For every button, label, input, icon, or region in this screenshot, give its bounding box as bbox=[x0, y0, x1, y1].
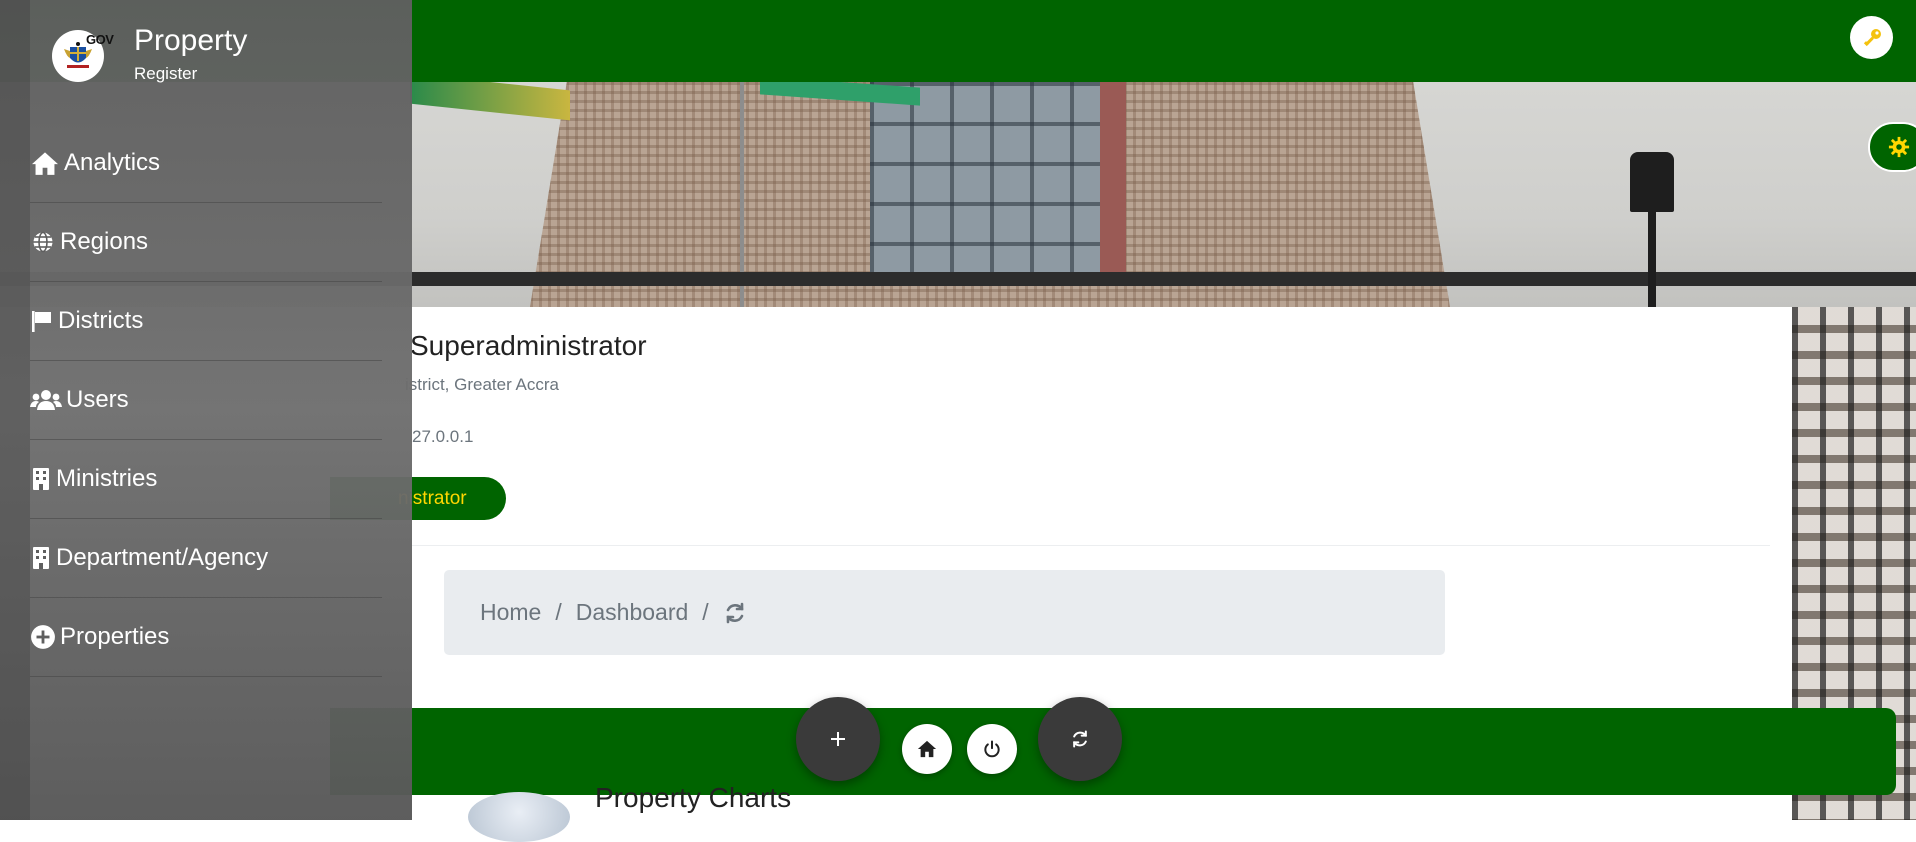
sidebar-item-label: Ministries bbox=[56, 465, 158, 492]
plus-circle-icon bbox=[31, 625, 55, 649]
sidebar-item-label: Users bbox=[66, 386, 129, 413]
breadcrumb: Home / Dashboard / bbox=[444, 570, 1445, 655]
gear-icon bbox=[1888, 136, 1910, 158]
sidebar-item-ministries[interactable]: Ministries bbox=[30, 440, 382, 519]
sidebar-item-label: Analytics bbox=[64, 149, 161, 176]
divider bbox=[400, 545, 1770, 546]
breadcrumb-separator: / bbox=[555, 599, 562, 625]
plus-icon bbox=[831, 732, 845, 746]
flag-icon bbox=[32, 311, 51, 332]
sidebar-item-label: Department/Agency bbox=[56, 544, 269, 571]
sidebar: GOV Property Register Analytics Regions bbox=[0, 0, 412, 820]
sidebar-nav: Analytics Regions Districts Users Minist… bbox=[30, 124, 382, 677]
home-icon bbox=[917, 740, 937, 758]
section-title: Property Charts bbox=[595, 782, 792, 813]
sidebar-item-districts[interactable]: Districts bbox=[30, 282, 382, 361]
home-icon bbox=[32, 152, 58, 175]
add-button[interactable] bbox=[796, 697, 880, 781]
home-button[interactable] bbox=[902, 724, 952, 774]
user-ip-address: 27.0.0.1 bbox=[412, 427, 474, 446]
breadcrumb-dashboard[interactable]: Dashboard bbox=[576, 599, 689, 626]
user-name: Superadministrator bbox=[410, 330, 647, 361]
sidebar-item-analytics[interactable]: Analytics bbox=[30, 124, 382, 203]
users-icon bbox=[30, 390, 62, 410]
building-icon bbox=[33, 547, 49, 569]
sidebar-item-department-agency[interactable]: Department/Agency bbox=[30, 519, 382, 598]
power-button[interactable] bbox=[967, 724, 1017, 774]
key-button[interactable] bbox=[1850, 16, 1893, 59]
sidebar-item-label: Properties bbox=[60, 623, 170, 650]
power-icon bbox=[984, 740, 1000, 758]
sidebar-item-label: Districts bbox=[58, 307, 144, 334]
building-icon bbox=[33, 468, 49, 490]
user-location: istrict, Greater Accra bbox=[405, 375, 559, 394]
breadcrumb-home[interactable]: Home bbox=[480, 599, 541, 626]
charts-avatar-image bbox=[468, 792, 570, 842]
sidebar-item-properties[interactable]: Properties bbox=[30, 598, 382, 677]
settings-toggle-button[interactable] bbox=[1868, 122, 1916, 172]
breadcrumb-separator: / bbox=[702, 599, 709, 625]
sidebar-item-users[interactable]: Users bbox=[30, 361, 382, 440]
app-subtitle: Register bbox=[134, 64, 198, 83]
app-title: Property bbox=[134, 24, 248, 57]
refresh-icon bbox=[726, 602, 743, 623]
sidebar-item-label: Regions bbox=[60, 228, 149, 255]
refresh-icon bbox=[1073, 730, 1087, 748]
sidebar-item-regions[interactable]: Regions bbox=[30, 203, 382, 282]
breadcrumb-refresh-button[interactable] bbox=[723, 601, 747, 625]
refresh-button[interactable] bbox=[1038, 697, 1122, 781]
globe-icon bbox=[33, 231, 53, 253]
brand-badge: GOV bbox=[86, 32, 114, 47]
key-icon bbox=[1863, 28, 1881, 46]
